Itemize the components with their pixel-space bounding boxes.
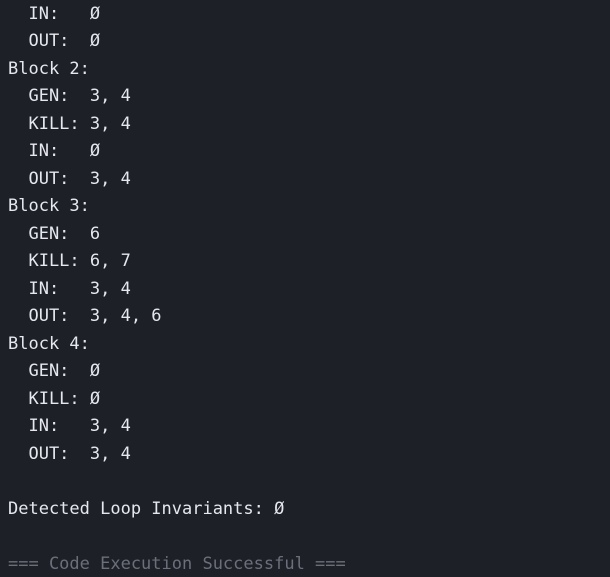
console-line: GEN: 6 [8, 224, 101, 244]
console-line: KILL: Ø [8, 389, 101, 409]
console-line: IN: Ø [8, 4, 101, 24]
console-scrollbar[interactable] [606, 0, 610, 577]
block-header: Block 2: [8, 59, 90, 79]
console-line: OUT: 3, 4 [8, 169, 131, 189]
console-line: GEN: Ø [8, 361, 101, 381]
console-line: IN: 3, 4 [8, 279, 131, 299]
console-line: IN: 3, 4 [8, 416, 131, 436]
console-line: GEN: 3, 4 [8, 86, 131, 106]
console-line: KILL: 3, 4 [8, 114, 131, 134]
console-line: IN: Ø [8, 141, 101, 161]
block-header: Block 4: [8, 334, 90, 354]
console-line: OUT: Ø [8, 31, 101, 51]
block-header: Block 3: [8, 196, 90, 216]
console-line: OUT: 3, 4, 6 [8, 306, 162, 326]
execution-status: === Code Execution Successful === [8, 554, 346, 574]
loop-invariants-result: Detected Loop Invariants: Ø [8, 499, 285, 519]
console-output: IN: Ø OUT: Ø Block 2: GEN: 3, 4 KILL: 3,… [0, 0, 610, 577]
console-line: KILL: 6, 7 [8, 251, 131, 271]
console-line: OUT: 3, 4 [8, 444, 131, 464]
